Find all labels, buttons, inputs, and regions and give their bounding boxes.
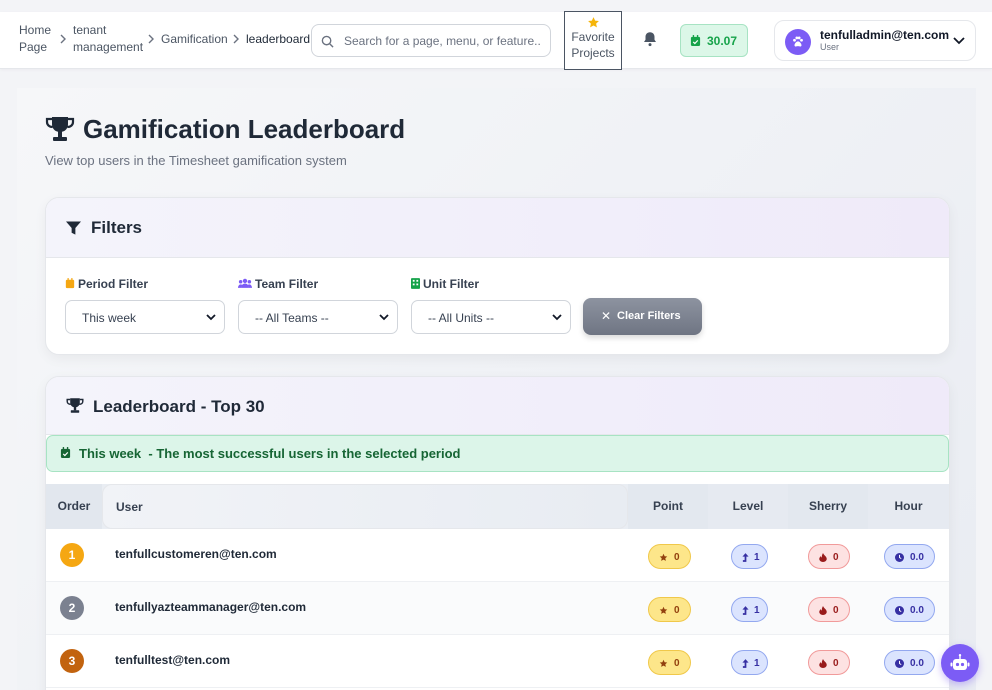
trophy-icon [45,117,75,141]
level-up-icon [742,606,749,615]
table-row[interactable]: 3 tenfulltest@ten.com 0 1 0 0.0 [46,635,949,688]
user-role: User [820,42,840,52]
star-icon [659,606,668,614]
top-bar: Home Page tenant management Gamification… [0,11,992,70]
paw-icon [793,36,803,47]
unit-filter-select[interactable]: -- All Units -- [411,300,571,334]
star-icon [659,659,668,667]
filters-header: Filters [46,198,949,258]
favorite-projects-button[interactable]: Favorite Projects [564,11,622,70]
page-title: Gamification Leaderboard [83,114,406,144]
sherry-badge: 0 [808,597,850,622]
table-header: Order User Point Level Sherry Hour [46,484,949,529]
rank-badge: 2 [60,596,84,620]
user-email-cell: tenfullyazteammanager@ten.com [115,600,307,614]
unit-filter-label: Unit Filter [411,277,479,291]
sherry-badge: 0 [808,544,850,569]
avatar [785,29,811,55]
trophy-icon [66,398,84,413]
team-filter-label: Team Filter [238,277,318,291]
filter-icon [66,221,81,235]
team-filter-select[interactable]: -- All Teams -- [238,300,398,334]
clock-icon [895,659,904,668]
rank-badge: 3 [60,649,84,673]
bell-icon[interactable] [641,30,659,48]
page-subtitle: View top users in the Timesheet gamifica… [45,153,347,168]
clock-icon [895,553,904,562]
column-user[interactable]: User [102,484,628,529]
calendar-check-icon [690,35,701,47]
breadcrumb-tenant-management[interactable]: tenant management [73,22,143,56]
building-icon [411,278,420,289]
clock-icon [895,606,904,615]
breadcrumb-gamification[interactable]: Gamification [161,31,228,48]
chatbot-button[interactable] [941,644,979,682]
column-sherry[interactable]: Sherry [788,484,868,529]
chevron-right-icon [148,34,154,44]
level-badge: 1 [731,544,768,569]
user-menu[interactable]: tenfulladmin@ten.com User [774,20,976,61]
filters-title: Filters [91,218,143,237]
column-point[interactable]: Point [628,484,708,529]
sherry-badge: 0 [808,650,850,675]
chevron-down-icon [379,314,389,321]
chevron-right-icon [60,34,66,44]
chevron-down-icon [953,37,965,45]
level-badge: 1 [731,597,768,622]
level-up-icon [742,553,749,562]
chevron-down-icon [552,314,562,321]
users-icon [238,278,252,288]
user-email: tenfulladmin@ten.com [820,28,950,42]
fire-icon [819,606,827,615]
leaderboard-header: Leaderboard - Top 30 [46,377,949,435]
fire-icon [819,659,827,668]
score-badge[interactable]: 30.07 [680,24,748,57]
point-badge: 0 [648,597,691,622]
search-input[interactable] [344,31,544,51]
level-up-icon [742,659,749,668]
period-info-text: This week - The most successful users in… [79,446,461,461]
score-value: 30.07 [707,34,738,48]
period-filter-select[interactable]: This week [65,300,225,334]
table-row[interactable]: 1 tenfullcustomeren@ten.com 0 1 0 0.0 [46,529,949,582]
calendar-icon [65,278,75,289]
period-info-banner: This week - The most successful users in… [46,435,949,472]
chevron-right-icon [233,34,239,44]
clear-filters-button[interactable]: ✕ Clear Filters [583,298,702,335]
rank-badge: 1 [60,543,84,567]
close-icon: ✕ [601,309,612,323]
breadcrumb-current: leaderboard [246,32,311,46]
period-filter-label: Period Filter [65,277,148,291]
hour-badge: 0.0 [884,650,935,675]
hour-badge: 0.0 [884,597,935,622]
fire-icon [819,553,827,562]
star-icon [659,553,668,561]
user-email-cell: tenfullcustomeren@ten.com [115,547,277,561]
robot-icon [950,654,970,670]
chevron-down-icon [206,314,216,321]
calendar-check-icon [60,447,71,459]
point-badge: 0 [648,544,691,569]
column-level[interactable]: Level [708,484,788,529]
level-badge: 1 [731,650,768,675]
leaderboard-title: Leaderboard - Top 30 [93,397,265,416]
column-order[interactable]: Order [46,484,102,529]
table-row[interactable]: 2 tenfullyazteammanager@ten.com 0 1 0 0.… [46,582,949,635]
hour-badge: 0.0 [884,544,935,569]
search-icon [321,35,334,48]
breadcrumb-home[interactable]: Home Page [19,22,51,56]
point-badge: 0 [648,650,691,675]
search-box [311,24,551,57]
column-hour[interactable]: Hour [868,484,949,529]
user-email-cell: tenfulltest@ten.com [115,653,231,667]
star-icon [587,17,599,28]
